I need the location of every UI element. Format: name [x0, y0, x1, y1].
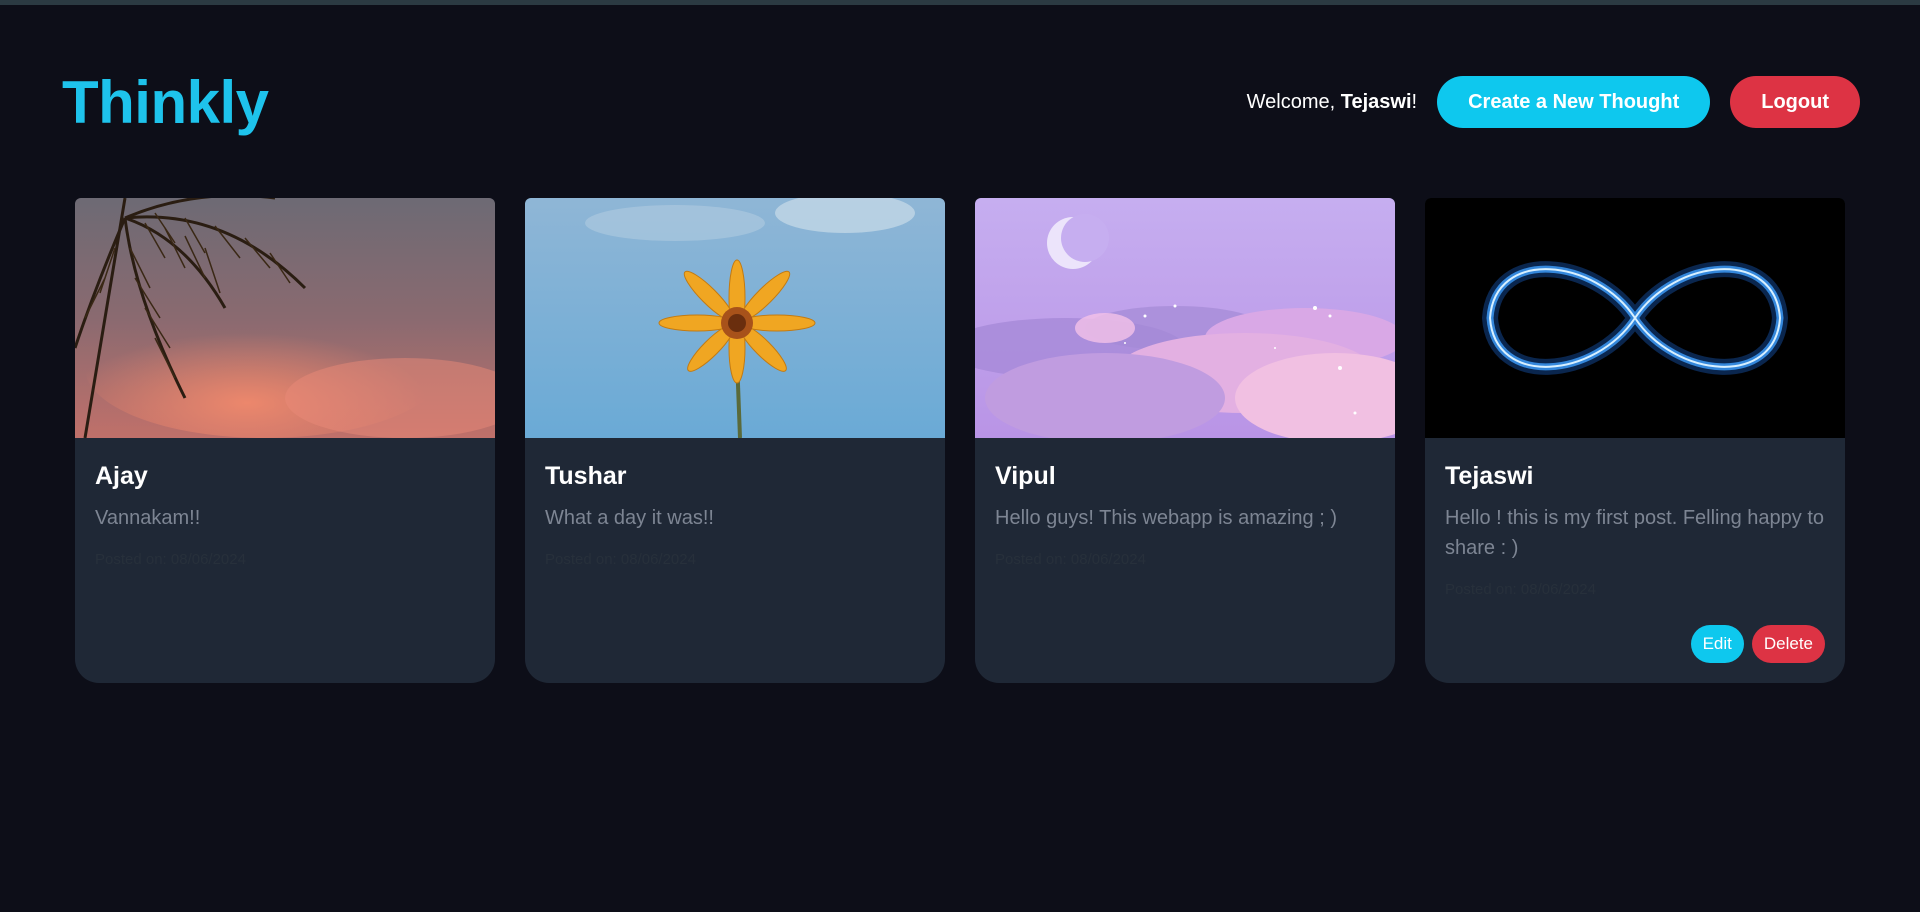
thought-card: Tejaswi Hello ! this is my first post. F… [1425, 198, 1845, 683]
logo: Thinkly [62, 68, 269, 136]
card-text: Vannakam!! [95, 507, 201, 529]
header: Thinkly Welcome, Tejaswi! Create a New T… [62, 62, 1860, 142]
logout-button[interactable]: Logout [1730, 76, 1860, 128]
create-thought-button[interactable]: Create a New Thought [1437, 76, 1711, 128]
card-date: Posted on: 08/06/2024 [1445, 581, 1596, 598]
yellow-flower-sky-image [525, 198, 945, 438]
card-date: Posted on: 08/06/2024 [95, 551, 246, 568]
card-body: Tejaswi Hello ! this is my first post. F… [1425, 438, 1845, 598]
edit-button[interactable]: Edit [1690, 625, 1744, 663]
thought-card: Tushar What a day it was!! Posted on: 08… [525, 198, 945, 683]
card-body: Tushar What a day it was!! Posted on: 08… [525, 438, 945, 568]
delete-button[interactable]: Delete [1751, 625, 1825, 663]
card-actions: Edit Delete [1690, 625, 1825, 663]
welcome-prefix: Welcome, [1246, 90, 1341, 113]
purple-clouds-moon-image [975, 198, 1395, 438]
thought-card: Ajay Vannakam!! Posted on: 08/06/2024 [75, 198, 495, 683]
card-author: Tejaswi [1445, 462, 1534, 490]
card-date: Posted on: 08/06/2024 [995, 551, 1146, 568]
card-text: Hello ! this is my first post. Felling h… [1445, 507, 1825, 559]
card-text: Hello guys! This webapp is amazing ; ) [995, 507, 1338, 529]
card-author: Ajay [95, 462, 148, 490]
blue-infinity-image [1425, 198, 1845, 438]
header-actions: Welcome, Tejaswi! Create a New Thought L… [1247, 76, 1860, 128]
card-body: Vipul Hello guys! This webapp is amazing… [975, 438, 1395, 568]
thoughts-grid: Ajay Vannakam!! Posted on: 08/06/2024 Tu… [75, 198, 1845, 683]
card-author: Vipul [995, 462, 1056, 490]
card-date: Posted on: 08/06/2024 [545, 551, 696, 568]
card-author: Tushar [545, 462, 627, 490]
thought-card: Vipul Hello guys! This webapp is amazing… [975, 198, 1395, 683]
card-text: What a day it was!! [545, 507, 714, 529]
palm-tree-sunset-image [75, 198, 495, 438]
card-body: Ajay Vannakam!! Posted on: 08/06/2024 [75, 438, 495, 568]
welcome-suffix: ! [1411, 90, 1418, 113]
welcome-username: Tejaswi [1340, 90, 1412, 113]
welcome-message: Welcome, Tejaswi! [1247, 91, 1417, 114]
top-border [0, 0, 1920, 5]
